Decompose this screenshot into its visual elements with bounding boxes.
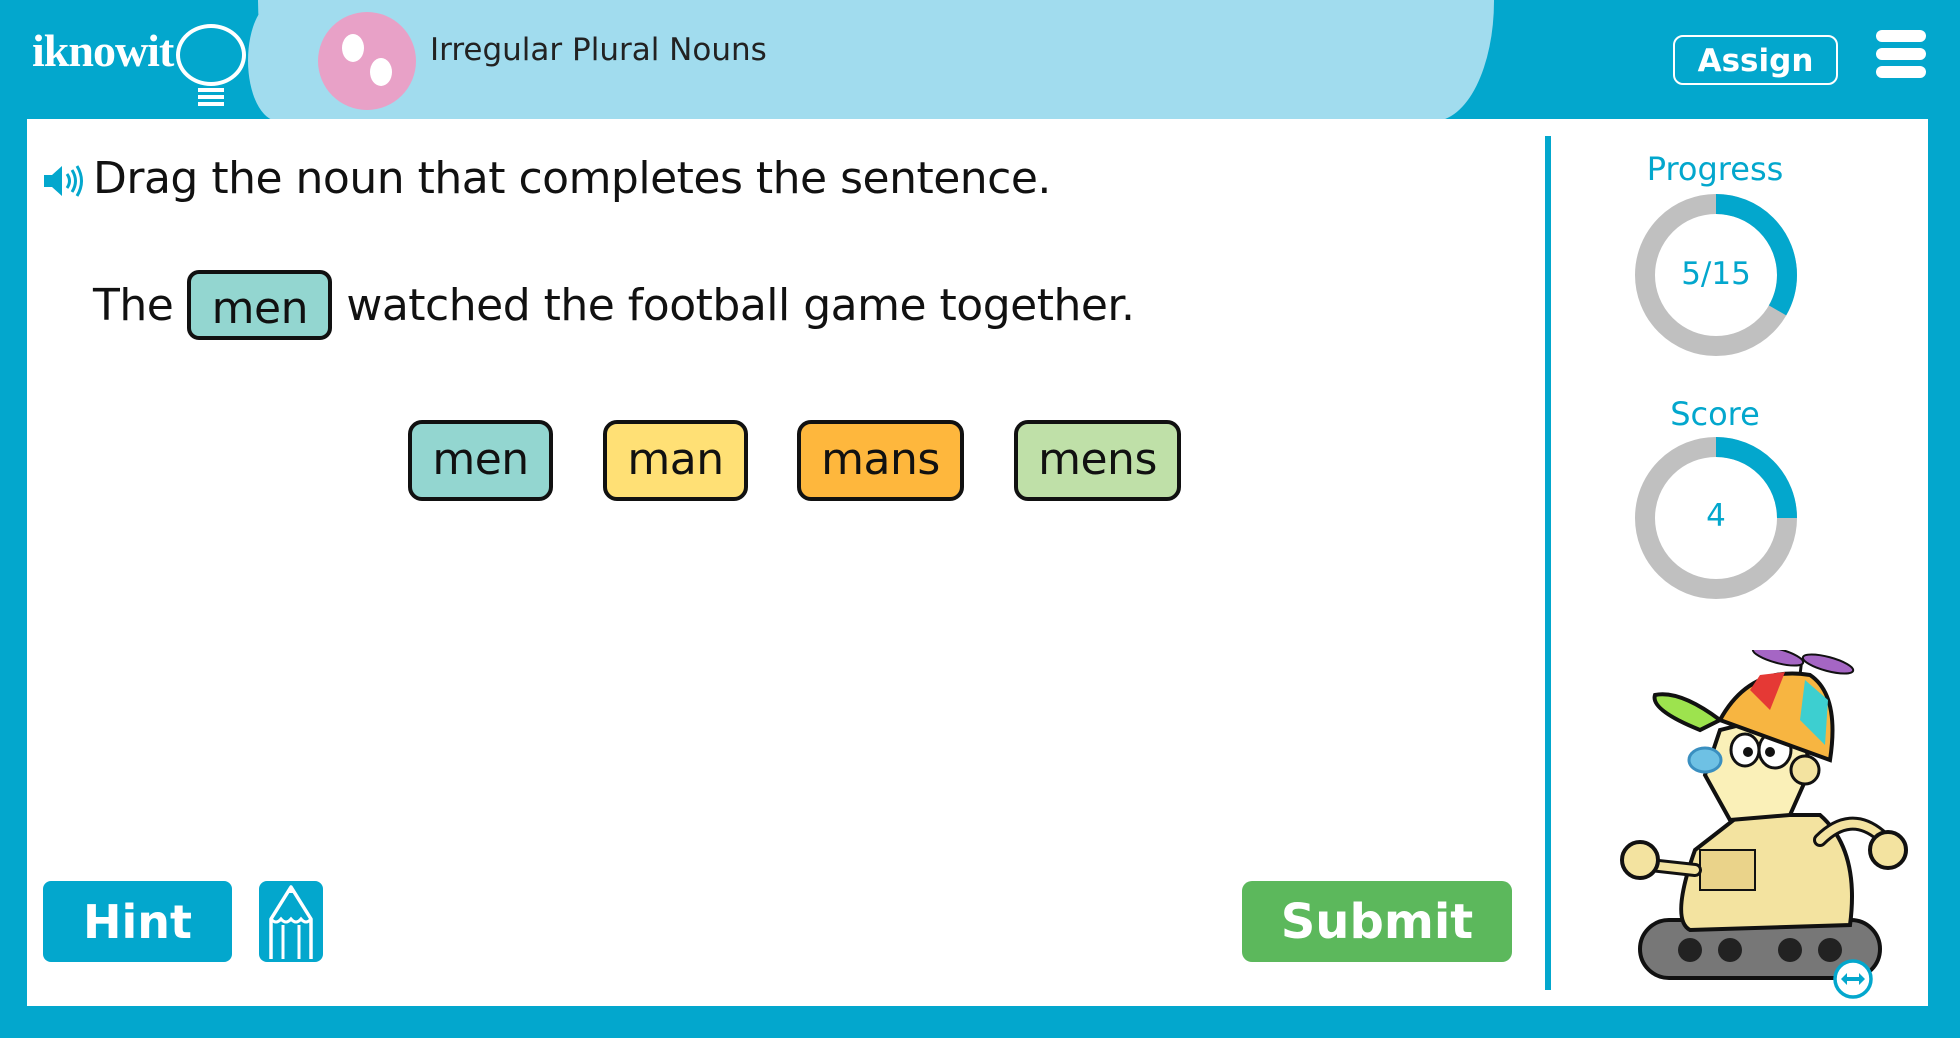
robot-mascot	[1620, 650, 1908, 980]
hint-button[interactable]: Hint	[43, 881, 232, 962]
score-label: Score	[1670, 395, 1760, 433]
lightbulb-base-icon	[198, 88, 224, 106]
topic-icon	[318, 12, 416, 110]
question-instruction: Drag the noun that completes the sentenc…	[93, 153, 1051, 204]
logo-text: iknowit	[32, 25, 174, 76]
score-value: 4	[1706, 498, 1726, 534]
progress-label: Progress	[1646, 150, 1784, 188]
hamburger-menu-icon[interactable]	[1876, 30, 1926, 78]
choice-tile-mens[interactable]: mens	[1014, 420, 1181, 501]
topic-title: Irregular Plural Nouns	[430, 32, 767, 68]
answer-drop-slot[interactable]: men	[187, 270, 333, 340]
topic-icon-dot	[370, 58, 392, 86]
lightbulb-icon	[176, 24, 246, 86]
scratchpad-button[interactable]	[259, 881, 323, 962]
sidebar-divider	[1545, 136, 1551, 990]
sentence-end: watched the football game together.	[346, 279, 1135, 331]
choice-tile-men[interactable]: men	[408, 420, 553, 501]
assign-button[interactable]: Assign	[1673, 35, 1838, 85]
iknowit-logo[interactable]: iknowit	[32, 18, 246, 106]
speaker-icon[interactable]	[42, 163, 86, 199]
pencil-icon	[269, 885, 313, 959]
submit-button[interactable]: Submit	[1242, 881, 1512, 962]
horizontal-resize-icon[interactable]	[1832, 958, 1874, 1000]
question-sentence: The men watched the football game togeth…	[93, 270, 1135, 340]
sentence-start: The	[93, 279, 174, 331]
topic-icon-dot	[342, 34, 364, 62]
choice-tile-mans[interactable]: mans	[797, 420, 964, 501]
progress-value: 5/15	[1681, 256, 1751, 292]
choice-tile-man[interactable]: man	[603, 420, 748, 501]
